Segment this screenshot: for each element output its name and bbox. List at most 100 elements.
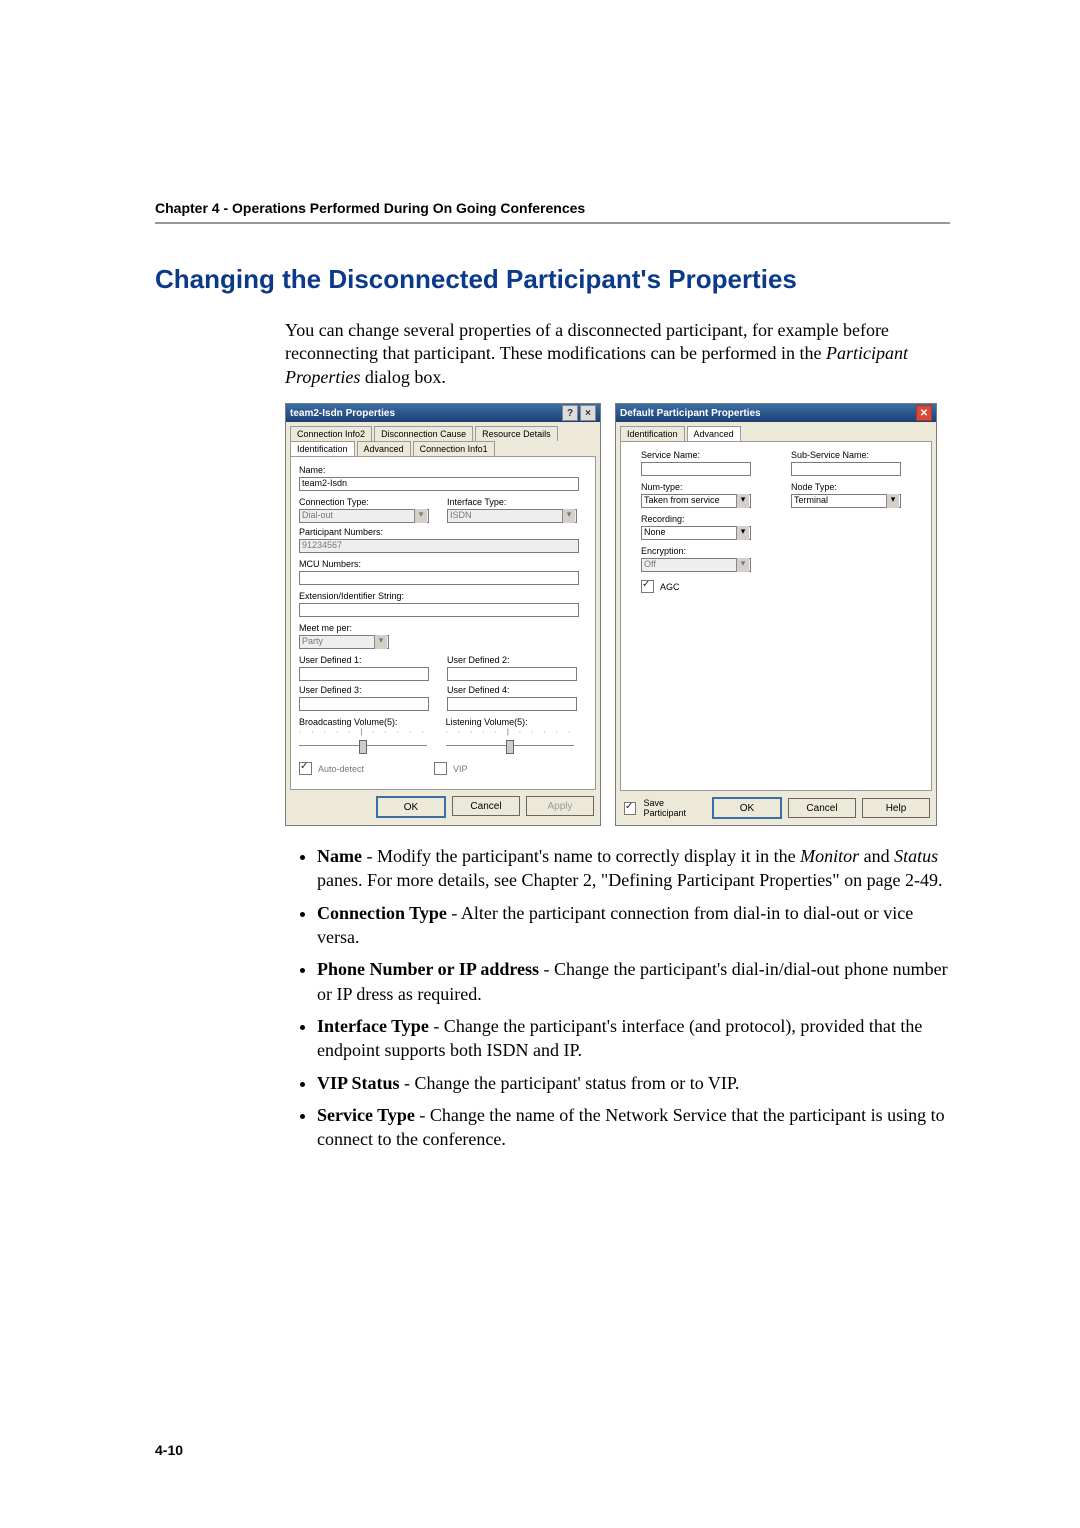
checkbox-vip[interactable]: [434, 762, 447, 775]
label-extension-id: Extension/Identifier String:: [299, 591, 587, 601]
em: Status: [894, 846, 938, 866]
label-participant-numbers: Participant Numbers:: [299, 527, 587, 537]
label-name: Name:: [299, 465, 587, 475]
label-agc: AGC: [660, 582, 680, 592]
input-ud2[interactable]: [447, 667, 577, 681]
term: Phone Number or IP address: [317, 959, 539, 979]
slider-listen-volume[interactable]: [446, 740, 574, 752]
input-mcu-numbers[interactable]: [299, 571, 579, 585]
label-save-participant: Save Participant: [643, 798, 706, 818]
label-broadcast-volume: Broadcasting Volume(5):: [299, 717, 428, 727]
slider-broadcast-volume[interactable]: [299, 740, 427, 752]
input-sub-service[interactable]: [791, 462, 901, 476]
apply-button[interactable]: Apply: [526, 796, 594, 816]
close-icon[interactable]: ×: [580, 405, 596, 421]
tab-connection-info2[interactable]: Connection Info2: [290, 426, 372, 441]
help-icon[interactable]: ?: [562, 405, 578, 421]
tab-row-1: Connection Info2 Disconnection Cause Res…: [286, 422, 600, 441]
help-button-right[interactable]: Help: [862, 798, 930, 818]
tab-row-right: Identification Advanced: [616, 422, 936, 441]
label-vip: VIP: [453, 764, 468, 774]
save-participant-row: Save Participant: [624, 798, 706, 818]
em: Monitor: [800, 846, 859, 866]
tab-body-left: Name: team2-Isdn Connection Type: Dial-o…: [290, 456, 596, 790]
term: VIP Status: [317, 1073, 400, 1093]
dialog-participant-properties: team2-Isdn Properties ? × Connection Inf…: [285, 403, 601, 826]
cancel-button-right[interactable]: Cancel: [788, 798, 856, 818]
checkbox-save-participant[interactable]: [624, 802, 636, 815]
checkbox-row-vip: VIP: [434, 762, 468, 775]
tab-disconnection-cause[interactable]: Disconnection Cause: [374, 426, 473, 441]
list-item: Interface Type - Change the participant'…: [317, 1014, 950, 1063]
titlebar-left-text: team2-Isdn Properties: [290, 408, 395, 419]
label-recording: Recording:: [641, 514, 923, 524]
list-item: Connection Type - Alter the participant …: [317, 901, 950, 950]
button-row-right: Save Participant OK Cancel Help: [616, 797, 936, 825]
close-icon[interactable]: ✕: [916, 405, 932, 421]
label-encryption: Encryption:: [641, 546, 923, 556]
text: - Modify the participant's name to corre…: [362, 846, 800, 866]
checkbox-agc[interactable]: [641, 580, 654, 593]
dialog-default-participant: Default Participant Properties ✕ Identif…: [615, 403, 937, 826]
select-node-type[interactable]: Terminal: [791, 494, 901, 508]
tab-advanced-right[interactable]: Advanced: [687, 426, 741, 441]
select-recording[interactable]: None: [641, 526, 751, 540]
input-service-name[interactable]: [641, 462, 751, 476]
label-ud1: User Defined 1:: [299, 655, 429, 665]
input-participant-numbers[interactable]: 91234567: [299, 539, 579, 553]
bullet-list: Name - Modify the participant's name to …: [295, 844, 950, 1151]
section-title: Changing the Disconnected Participant's …: [155, 264, 950, 295]
input-ud3[interactable]: [299, 697, 429, 711]
list-item: Service Type - Change the name of the Ne…: [317, 1103, 950, 1152]
cancel-button[interactable]: Cancel: [452, 796, 520, 816]
text: panes. For more details, see Chapter 2, …: [317, 870, 943, 890]
checkbox-row-agc: AGC: [641, 580, 923, 593]
checkbox-row-auto: Auto-detect: [299, 762, 364, 775]
term: Connection Type: [317, 903, 447, 923]
list-item: Name - Modify the participant's name to …: [317, 844, 950, 893]
label-listen-volume: Listening Volume(5):: [446, 717, 575, 727]
tab-resource-details[interactable]: Resource Details: [475, 426, 558, 441]
checkbox-auto-detect[interactable]: [299, 762, 312, 775]
select-meet-me[interactable]: Party: [299, 635, 389, 649]
label-auto-detect: Auto-detect: [318, 764, 364, 774]
titlebar-right-text: Default Participant Properties: [620, 408, 761, 419]
tab-identification-right[interactable]: Identification: [620, 426, 685, 441]
select-encryption[interactable]: Off: [641, 558, 751, 572]
label-node-type: Node Type:: [791, 482, 901, 492]
text: and: [859, 846, 894, 866]
input-extension-id[interactable]: [299, 603, 579, 617]
tab-row-2: Identification Advanced Connection Info1: [286, 441, 600, 456]
intro-paragraph: You can change several properties of a d…: [285, 319, 950, 389]
input-ud4[interactable]: [447, 697, 577, 711]
select-interface-type[interactable]: ISDN: [447, 509, 577, 523]
ok-button-right[interactable]: OK: [712, 797, 782, 819]
select-connection-type[interactable]: Dial-out: [299, 509, 429, 523]
header-rule: [155, 222, 950, 224]
tab-advanced[interactable]: Advanced: [357, 441, 411, 456]
chapter-header: Chapter 4 - Operations Performed During …: [155, 200, 950, 216]
label-mcu-numbers: MCU Numbers:: [299, 559, 587, 569]
list-item: VIP Status - Change the participant' sta…: [317, 1071, 950, 1095]
button-row-left: OK Cancel Apply: [286, 796, 600, 824]
label-ud3: User Defined 3:: [299, 685, 429, 695]
input-ud1[interactable]: [299, 667, 429, 681]
ok-button[interactable]: OK: [376, 796, 446, 818]
term: Interface Type: [317, 1016, 429, 1036]
label-num-type: Num-type:: [641, 482, 751, 492]
intro-text-b: dialog box.: [360, 367, 446, 387]
slider-ticks-b: · · · · · | · · · · ·: [299, 729, 428, 736]
label-sub-service: Sub-Service Name:: [791, 450, 901, 460]
text: - Change the participant' status from or…: [400, 1073, 740, 1093]
tab-identification[interactable]: Identification: [290, 441, 355, 456]
slider-ticks-l: · · · · · | · · · · ·: [446, 729, 575, 736]
titlebar-right: Default Participant Properties ✕: [616, 404, 936, 422]
input-name[interactable]: team2-Isdn: [299, 477, 579, 491]
list-item: Phone Number or IP address - Change the …: [317, 957, 950, 1006]
figure-row: team2-Isdn Properties ? × Connection Inf…: [285, 403, 950, 826]
label-service-name: Service Name:: [641, 450, 751, 460]
tab-connection-info1[interactable]: Connection Info1: [413, 441, 495, 456]
label-connection-type: Connection Type:: [299, 497, 429, 507]
select-num-type[interactable]: Taken from service: [641, 494, 751, 508]
term: Name: [317, 846, 362, 866]
